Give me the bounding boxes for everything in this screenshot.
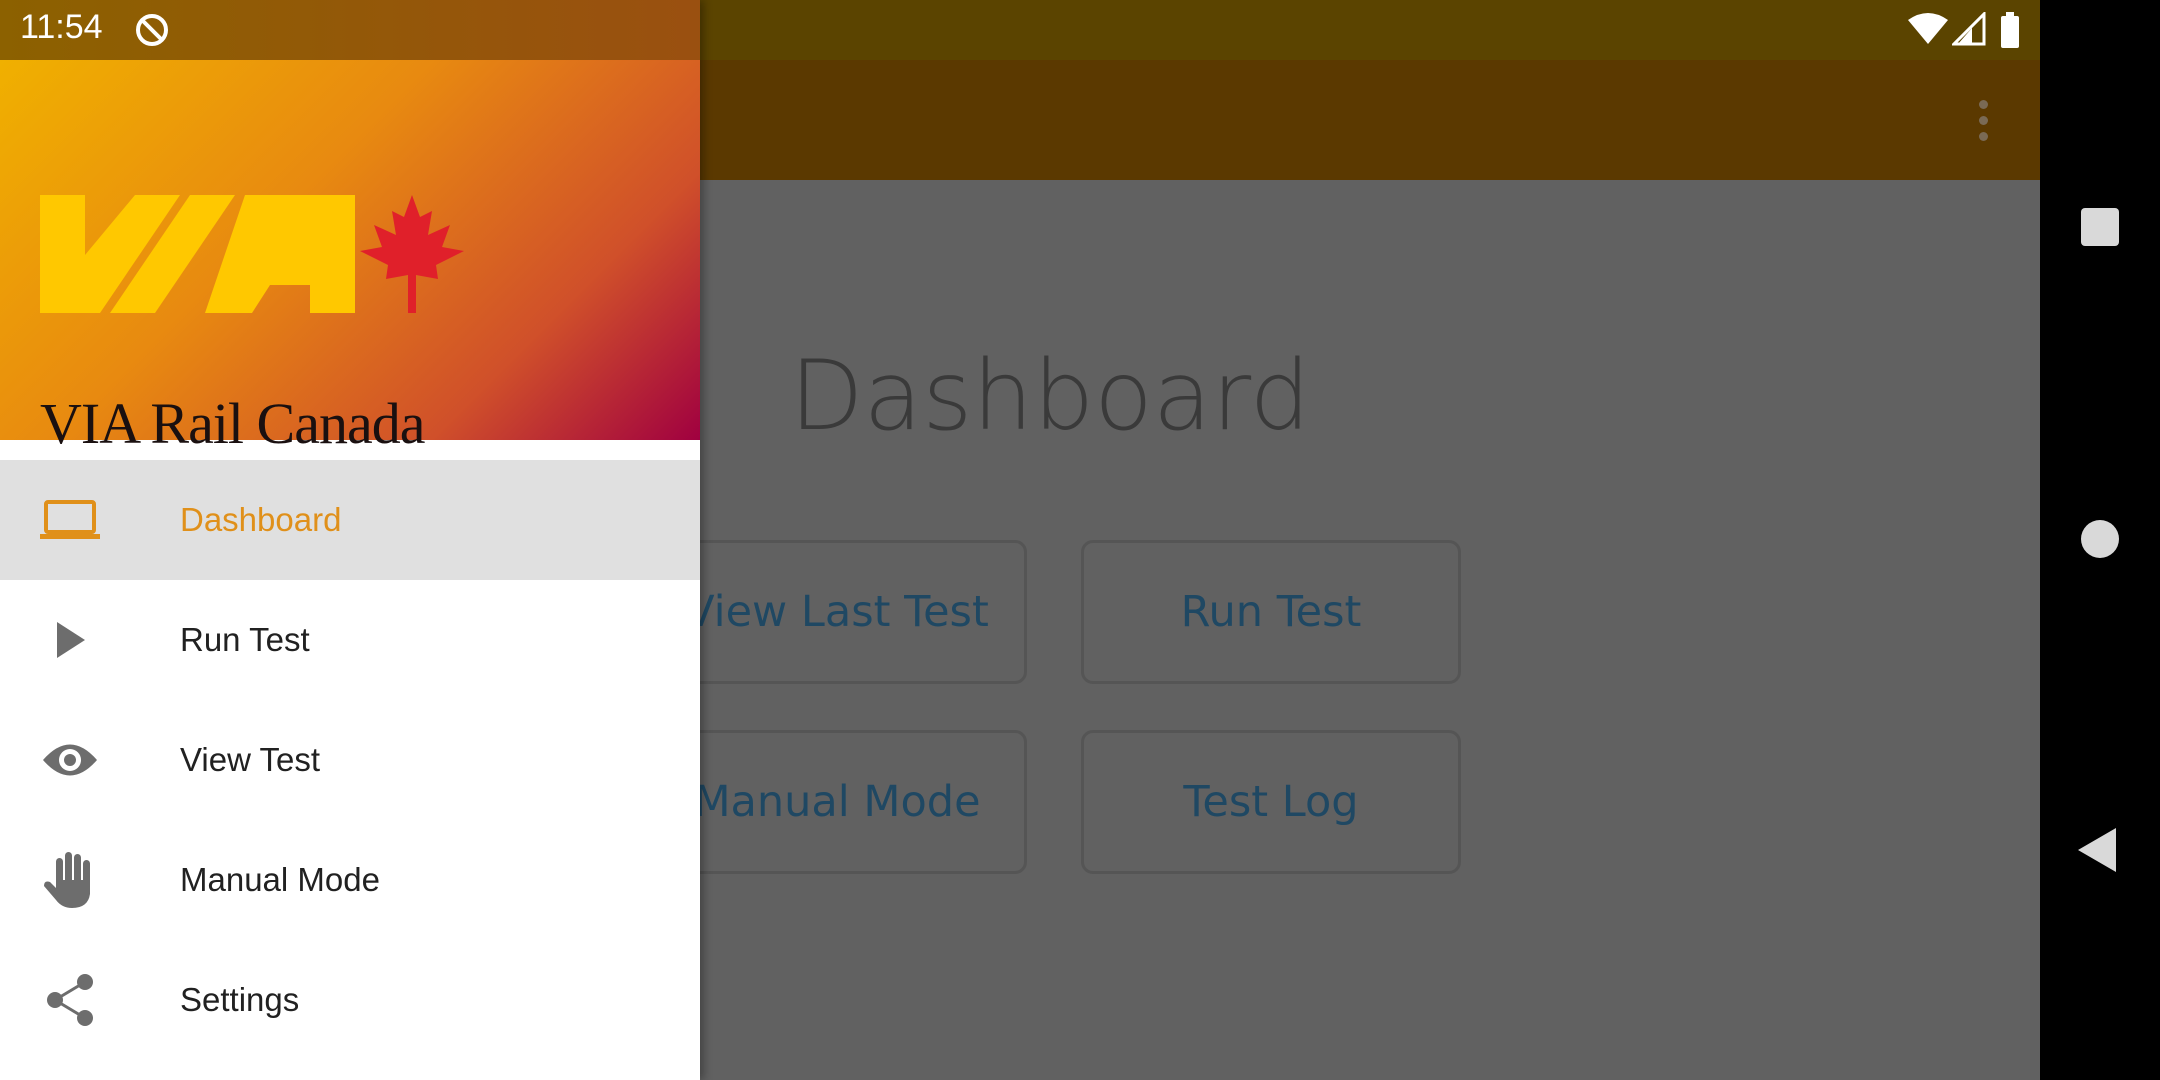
menu-item-view-test[interactable]: View Test bbox=[0, 700, 700, 820]
view-last-test-button[interactable]: View Last Test bbox=[647, 540, 1027, 684]
menu-label: Settings bbox=[180, 981, 300, 1018]
back-button[interactable] bbox=[2078, 828, 2116, 872]
hand-icon bbox=[40, 850, 100, 910]
drawer-header: VIA Rail Canada bbox=[0, 60, 700, 456]
share-icon bbox=[40, 970, 100, 1030]
wifi-icon bbox=[1908, 13, 1948, 44]
menu-label: Run Test bbox=[180, 621, 310, 658]
menu-item-run-test[interactable]: Run Test bbox=[0, 580, 700, 700]
via-rail-logo bbox=[40, 195, 464, 313]
menu-label: Manual Mode bbox=[180, 861, 380, 898]
page-title: Dashboard bbox=[789, 340, 1311, 452]
overflow-menu-icon[interactable] bbox=[1958, 95, 2008, 145]
play-icon bbox=[40, 610, 100, 670]
recents-button[interactable] bbox=[2081, 208, 2119, 246]
test-log-button[interactable]: Test Log bbox=[1081, 730, 1461, 874]
menu-label: View Test bbox=[180, 741, 321, 778]
menu-item-settings[interactable]: Settings bbox=[0, 940, 700, 1060]
menu-item-manual-mode[interactable]: Manual Mode bbox=[0, 820, 700, 940]
navigation-drawer: VIA Rail Canada Dashboard Run Test View … bbox=[0, 0, 700, 1080]
home-button[interactable] bbox=[2081, 520, 2119, 558]
drawer-status-bar bbox=[0, 0, 700, 60]
manual-mode-button[interactable]: Manual Mode bbox=[647, 730, 1027, 874]
menu-item-dashboard[interactable]: Dashboard bbox=[0, 460, 700, 580]
brand-name: VIA Rail Canada bbox=[40, 391, 425, 456]
run-test-button[interactable]: Run Test bbox=[1081, 540, 1461, 684]
sync-disabled-icon bbox=[136, 14, 168, 46]
signal-icon bbox=[1952, 12, 1986, 46]
laptop-icon bbox=[40, 490, 100, 550]
eye-icon bbox=[40, 730, 100, 790]
menu-label: Dashboard bbox=[180, 501, 342, 538]
battery-icon bbox=[2001, 12, 2019, 48]
status-time: 11:54 bbox=[20, 8, 103, 46]
drawer-menu: Dashboard Run Test View Test Manual Mode… bbox=[0, 460, 700, 1060]
